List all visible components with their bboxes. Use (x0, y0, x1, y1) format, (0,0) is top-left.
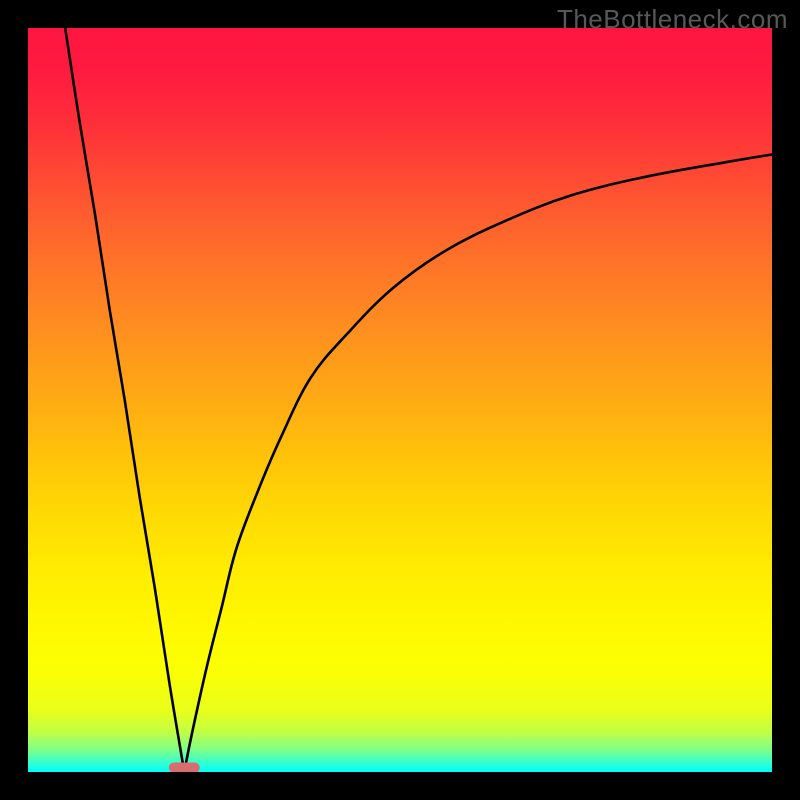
curve-right-branch (184, 154, 772, 772)
watermark-text: TheBottleneck.com (557, 4, 788, 35)
minimum-marker (169, 763, 200, 772)
plot-area (28, 28, 772, 772)
chart-svg (28, 28, 772, 772)
curve-left-branch (65, 28, 184, 772)
chart-frame: TheBottleneck.com (0, 0, 800, 800)
